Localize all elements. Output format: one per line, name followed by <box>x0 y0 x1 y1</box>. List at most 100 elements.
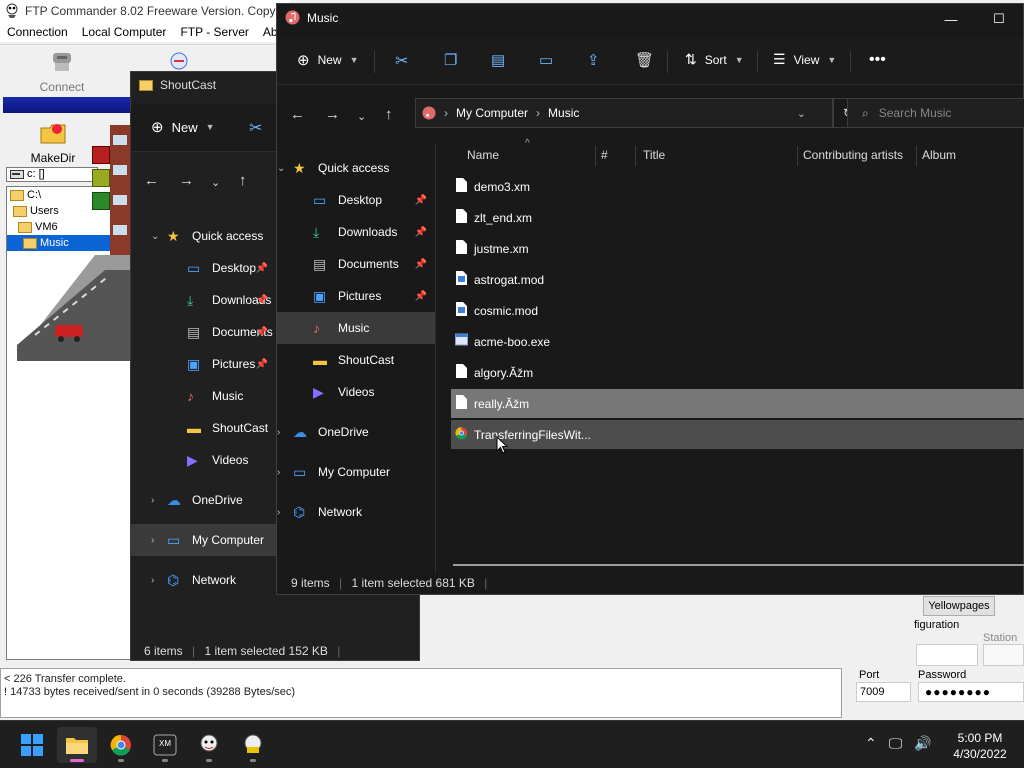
search-box[interactable]: ⌕ Search Music <box>847 98 1024 128</box>
connect-button[interactable]: Connect <box>34 51 90 94</box>
pin-icon[interactable]: 📌 <box>415 195 427 206</box>
nav-item-my-computer[interactable]: › ▭ My Computer <box>277 456 435 488</box>
pin-icon[interactable]: 📌 <box>256 295 268 306</box>
network-icon[interactable]: 🖵 <box>889 735 903 752</box>
breadcrumb-my-computer[interactable]: My Computer <box>456 106 528 120</box>
host-field[interactable] <box>916 644 978 666</box>
file-row[interactable]: justme.xm <box>451 234 1024 263</box>
back-arrow-icon[interactable]: ← <box>290 106 305 123</box>
file-row[interactable]: algory.Ăžm <box>451 358 1024 387</box>
nav-item-onedrive[interactable]: › ☁ OneDrive <box>131 484 276 516</box>
back-arrow-icon[interactable]: ← <box>144 172 159 189</box>
chevron-right-icon[interactable]: › <box>151 535 154 546</box>
chevron-right-icon[interactable]: › <box>277 467 280 478</box>
config-icon[interactable] <box>92 192 110 210</box>
file-row[interactable]: TransferringFilesWit... <box>451 420 1024 449</box>
column-title[interactable]: Title <box>643 148 665 162</box>
download-arrow-icon[interactable] <box>92 169 110 187</box>
address-dropdown-icon[interactable]: ⌄ <box>797 107 806 120</box>
file-row[interactable]: really.Ăžm <box>451 389 1024 418</box>
taskbar-ftp-commander[interactable] <box>233 727 273 763</box>
address-bar[interactable]: › My Computer › Music ⌄ <box>415 98 833 128</box>
file-row[interactable]: astrogat.mod <box>451 265 1024 294</box>
password-field[interactable]: ●●●●●●●● <box>918 682 1024 702</box>
chevron-down-icon[interactable]: ⌄ <box>151 231 159 242</box>
nav-item-shoutcast[interactable]: ▬ ShoutCast <box>131 412 276 444</box>
share-icon[interactable]: ⇪ <box>587 51 600 69</box>
copy-icon[interactable]: ❐ <box>444 51 457 69</box>
volume-icon[interactable]: 🔊 <box>914 735 931 752</box>
power-icon[interactable] <box>92 146 110 164</box>
column-number[interactable]: # <box>601 148 608 162</box>
menu-connection[interactable]: Connection <box>7 25 68 39</box>
breadcrumb-music[interactable]: Music <box>548 106 579 120</box>
chevron-right-icon[interactable]: › <box>151 495 154 506</box>
pin-icon[interactable]: 📌 <box>415 291 427 302</box>
nav-item-downloads[interactable]: ⤓ Downloads 📌 <box>277 216 435 248</box>
nav-item-videos[interactable]: ▶ Videos <box>277 376 435 408</box>
nav-item-desktop[interactable]: ▭ Desktop 📌 <box>277 184 435 216</box>
new-button[interactable]: ⊕ New ▼ <box>151 118 215 136</box>
nav-item-my-computer[interactable]: › ▭ My Computer <box>131 524 276 556</box>
nav-item-documents[interactable]: ▤ Documents 📌 <box>131 316 276 348</box>
nav-item-quick-access[interactable]: ⌄ ★ Quick access <box>277 152 435 184</box>
recent-locations-icon[interactable]: ⌄ <box>357 110 366 123</box>
nav-item-music[interactable]: ♪ Music <box>131 380 276 412</box>
station-id-field[interactable] <box>983 644 1024 666</box>
column-contributing-artists[interactable]: Contributing artists <box>803 148 903 162</box>
maximize-icon[interactable]: ☐ <box>975 4 1023 34</box>
chevron-right-icon[interactable]: › <box>277 507 280 518</box>
file-row[interactable]: zlt_end.xm <box>451 203 1024 232</box>
taskbar-file-explorer[interactable] <box>57 727 97 763</box>
pin-icon[interactable]: 📌 <box>256 359 268 370</box>
menu-ftp-server[interactable]: FTP - Server <box>180 25 248 39</box>
pin-icon[interactable]: 📌 <box>415 259 427 270</box>
column-name[interactable]: Name <box>467 148 499 162</box>
chevron-down-icon[interactable]: ⌄ <box>277 163 285 174</box>
taskbar-shoutcast[interactable] <box>189 727 229 763</box>
nav-item-downloads[interactable]: ⤓ Downloads 📌 <box>131 284 276 316</box>
view-button[interactable]: ☰ View ▼ <box>773 51 836 68</box>
nav-item-onedrive[interactable]: › ☁ OneDrive <box>277 416 435 448</box>
pin-icon[interactable]: 📌 <box>256 327 268 338</box>
menu-local-computer[interactable]: Local Computer <box>82 25 167 39</box>
cut-icon[interactable]: ✂ <box>249 118 262 138</box>
nav-item-desktop[interactable]: ▭ Desktop 📌 <box>131 252 276 284</box>
nav-item-network[interactable]: › ⌬ Network <box>131 564 276 596</box>
chevron-up-icon[interactable]: ⌃ <box>865 735 877 752</box>
horizontal-scrollbar[interactable] <box>453 564 1024 566</box>
nav-item-music[interactable]: ♪ Music <box>277 312 435 344</box>
file-row[interactable]: cosmic.mod <box>451 296 1024 325</box>
new-button[interactable]: ⊕ New ▼ <box>297 51 359 69</box>
minimize-icon[interactable]: — <box>927 4 975 34</box>
pin-icon[interactable]: 📌 <box>256 263 268 274</box>
clock[interactable]: 5:00 PM 4/30/2022 <box>940 730 1020 762</box>
nav-item-pictures[interactable]: ▣ Pictures 📌 <box>277 280 435 312</box>
more-options-icon[interactable]: ••• <box>869 51 886 69</box>
sort-button[interactable]: ⇅ Sort ▼ <box>685 51 744 68</box>
yellowpages-button[interactable]: Yellowpages <box>923 596 995 616</box>
nav-item-videos[interactable]: ▶ Videos <box>131 444 276 476</box>
nav-item-quick-access[interactable]: ⌄ ★ Quick access <box>131 220 276 252</box>
file-row[interactable]: acme-boo.exe <box>451 327 1024 356</box>
forward-arrow-icon[interactable]: → <box>179 172 194 189</box>
up-arrow-icon[interactable]: ↑ <box>385 106 393 123</box>
rename-icon[interactable]: ▭ <box>539 51 553 69</box>
nav-item-network[interactable]: › ⌬ Network <box>277 496 435 528</box>
start-button[interactable] <box>12 727 52 763</box>
taskbar-chrome[interactable] <box>101 727 141 763</box>
up-arrow-icon[interactable]: ↑ <box>239 172 247 189</box>
forward-arrow-icon[interactable]: → <box>325 106 340 123</box>
nav-item-documents[interactable]: ▤ Documents 📌 <box>277 248 435 280</box>
file-row[interactable]: demo3.xm <box>451 172 1024 201</box>
cut-icon[interactable]: ✂ <box>395 51 408 71</box>
column-album[interactable]: Album <box>922 148 956 162</box>
pane-divider[interactable] <box>435 144 436 574</box>
chevron-down-icon[interactable]: ⌄ <box>211 176 220 189</box>
chevron-right-icon[interactable]: › <box>277 427 280 438</box>
port-field[interactable]: 7009 <box>856 682 911 702</box>
paste-icon[interactable]: ▤ <box>491 51 505 69</box>
nav-item-pictures[interactable]: ▣ Pictures 📌 <box>131 348 276 380</box>
delete-icon[interactable]: 🗑 <box>635 51 654 69</box>
taskbar-xmplay[interactable]: XM <box>145 727 185 763</box>
